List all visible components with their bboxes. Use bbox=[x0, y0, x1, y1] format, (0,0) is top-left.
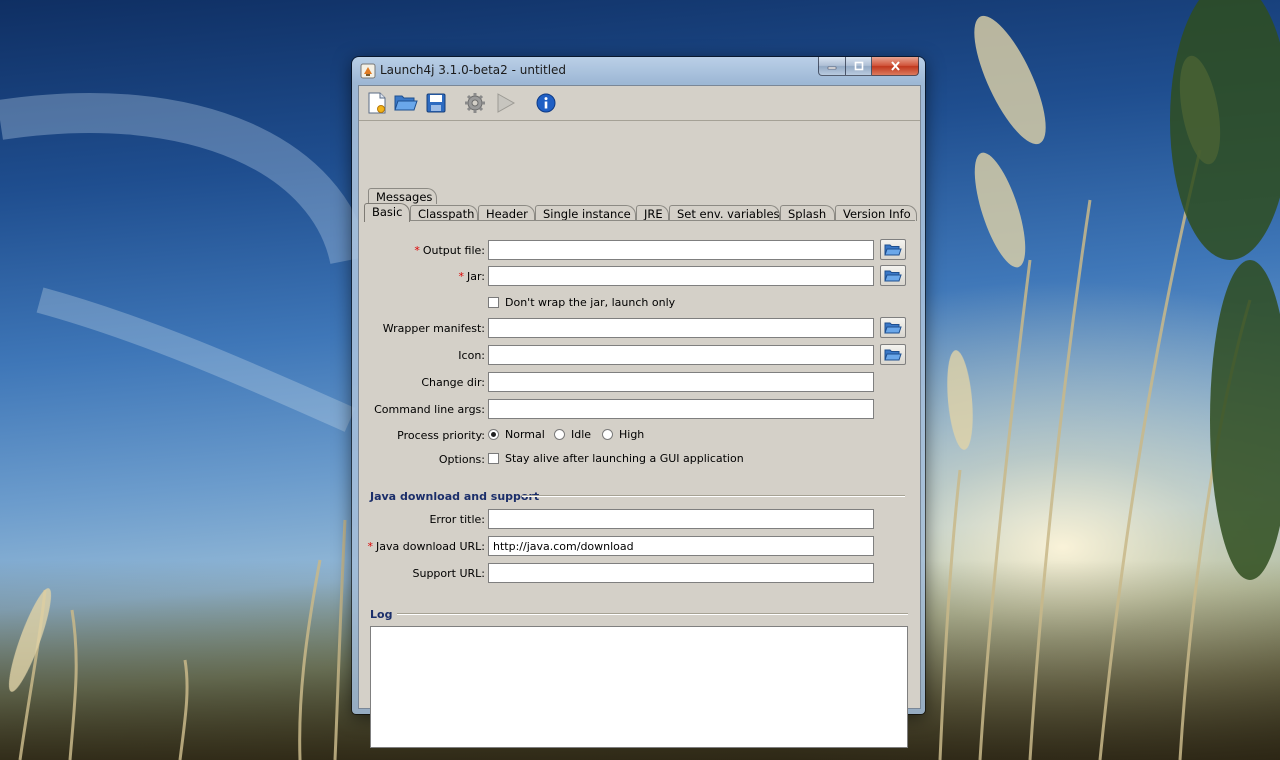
dont-wrap-label: Don't wrap the jar, launch only bbox=[505, 296, 676, 309]
tab-basic[interactable]: Basic bbox=[364, 203, 410, 222]
build-wrapper-button[interactable] bbox=[463, 91, 487, 115]
tab-header[interactable]: Header bbox=[478, 205, 535, 221]
about-button[interactable] bbox=[534, 91, 558, 115]
new-file-icon bbox=[368, 92, 386, 114]
required-marker: * bbox=[367, 540, 374, 553]
test-wrapper-button[interactable] bbox=[493, 91, 517, 115]
dont-wrap-checkbox[interactable]: Don't wrap the jar, launch only bbox=[488, 296, 675, 309]
close-button[interactable] bbox=[872, 57, 919, 76]
log-textarea[interactable] bbox=[370, 626, 908, 748]
tab-single-instance[interactable]: Single instance bbox=[535, 205, 636, 221]
icon-input[interactable] bbox=[488, 345, 874, 365]
title-bar[interactable]: Launch4j 3.1.0-beta2 - untitled bbox=[352, 57, 925, 84]
wrapper-manifest-label: Wrapper manifest: bbox=[382, 322, 485, 335]
error-title-input[interactable] bbox=[488, 509, 874, 529]
open-config-button[interactable] bbox=[394, 91, 418, 115]
cmd-args-label: Command line args: bbox=[374, 403, 485, 416]
tab-classpath[interactable]: Classpath bbox=[410, 205, 478, 221]
support-url-input[interactable] bbox=[488, 563, 874, 583]
output-file-label-text: Output file: bbox=[422, 244, 485, 257]
minimize-icon bbox=[827, 66, 837, 70]
window-title: Launch4j 3.1.0-beta2 - untitled bbox=[380, 63, 567, 77]
save-disk-icon bbox=[426, 93, 446, 113]
jar-label: * Jar: bbox=[359, 270, 485, 283]
java-download-url-input[interactable] bbox=[488, 536, 874, 556]
log-section-title: Log bbox=[370, 608, 393, 621]
cmd-args-input[interactable] bbox=[488, 399, 874, 419]
close-icon bbox=[890, 61, 900, 71]
open-folder-icon bbox=[394, 95, 418, 111]
priority-normal-radio[interactable]: Normal bbox=[488, 428, 545, 441]
open-folder-icon bbox=[884, 349, 902, 360]
priority-idle-radio[interactable]: Idle bbox=[554, 428, 591, 441]
output-file-label: * Output file: bbox=[359, 244, 485, 257]
tab-jre[interactable]: JRE bbox=[636, 205, 669, 221]
priority-normal-label: Normal bbox=[505, 428, 545, 441]
output-file-input[interactable] bbox=[488, 240, 874, 260]
wrapper-manifest-browse-button[interactable] bbox=[880, 317, 906, 338]
priority-high-label: High bbox=[619, 428, 645, 441]
tab-set-env-variables[interactable]: Set env. variables bbox=[669, 205, 780, 221]
play-icon bbox=[497, 93, 516, 113]
support-url-label: Support URL: bbox=[412, 567, 485, 580]
tab-version-info[interactable]: Version Info bbox=[835, 205, 917, 221]
required-marker: * bbox=[458, 270, 464, 283]
radio-dot[interactable] bbox=[488, 429, 499, 440]
tab-baseline bbox=[365, 220, 915, 221]
java-download-url-label: * Java download URL: bbox=[359, 540, 485, 553]
checkbox-box[interactable] bbox=[488, 297, 499, 308]
icon-label: Icon: bbox=[458, 349, 485, 362]
jar-label-text: Jar: bbox=[466, 270, 485, 283]
stay-alive-checkbox[interactable]: Stay alive after launching a GUI applica… bbox=[488, 452, 744, 465]
jar-browse-button[interactable] bbox=[880, 265, 906, 286]
radio-dot[interactable] bbox=[602, 429, 613, 440]
minimize-button[interactable] bbox=[818, 57, 846, 76]
required-marker: * bbox=[414, 244, 420, 257]
caption-buttons bbox=[818, 57, 919, 77]
java-download-url-label-text: Java download URL: bbox=[376, 540, 485, 553]
open-folder-icon bbox=[884, 270, 902, 281]
stay-alive-label: Stay alive after launching a GUI applica… bbox=[505, 452, 744, 465]
new-config-button[interactable] bbox=[365, 91, 389, 115]
priority-high-radio[interactable]: High bbox=[602, 428, 644, 441]
priority-label: Process priority: bbox=[397, 429, 485, 442]
toolbar bbox=[359, 86, 920, 121]
window-client-area: Messages Basic Classpath Header Single i… bbox=[358, 85, 921, 748]
change-dir-input[interactable] bbox=[488, 372, 874, 392]
info-icon bbox=[536, 93, 556, 113]
open-folder-icon bbox=[884, 244, 902, 255]
gear-icon bbox=[465, 93, 485, 113]
change-dir-label: Change dir: bbox=[421, 376, 485, 389]
maximize-icon bbox=[854, 61, 863, 71]
jar-input[interactable] bbox=[488, 266, 874, 286]
section-divider bbox=[397, 613, 908, 615]
output-file-browse-button[interactable] bbox=[880, 239, 906, 260]
icon-browse-button[interactable] bbox=[880, 344, 906, 365]
java-download-section-title: Java download and support bbox=[370, 490, 540, 503]
tab-messages[interactable]: Messages bbox=[368, 188, 437, 204]
priority-idle-label: Idle bbox=[571, 428, 592, 441]
checkbox-box[interactable] bbox=[488, 453, 499, 464]
launch4j-window: Launch4j 3.1.0-beta2 - untitled Messages… bbox=[352, 57, 925, 748]
options-label: Options: bbox=[438, 453, 485, 466]
section-divider bbox=[522, 495, 905, 497]
tab-splash[interactable]: Splash bbox=[780, 205, 835, 221]
wrapper-manifest-input[interactable] bbox=[488, 318, 874, 338]
radio-dot[interactable] bbox=[554, 429, 565, 440]
open-folder-icon bbox=[884, 322, 902, 333]
save-config-button[interactable] bbox=[424, 91, 448, 115]
error-title-label: Error title: bbox=[429, 513, 485, 526]
maximize-button[interactable] bbox=[846, 57, 872, 76]
launch4j-app-icon bbox=[360, 63, 376, 79]
